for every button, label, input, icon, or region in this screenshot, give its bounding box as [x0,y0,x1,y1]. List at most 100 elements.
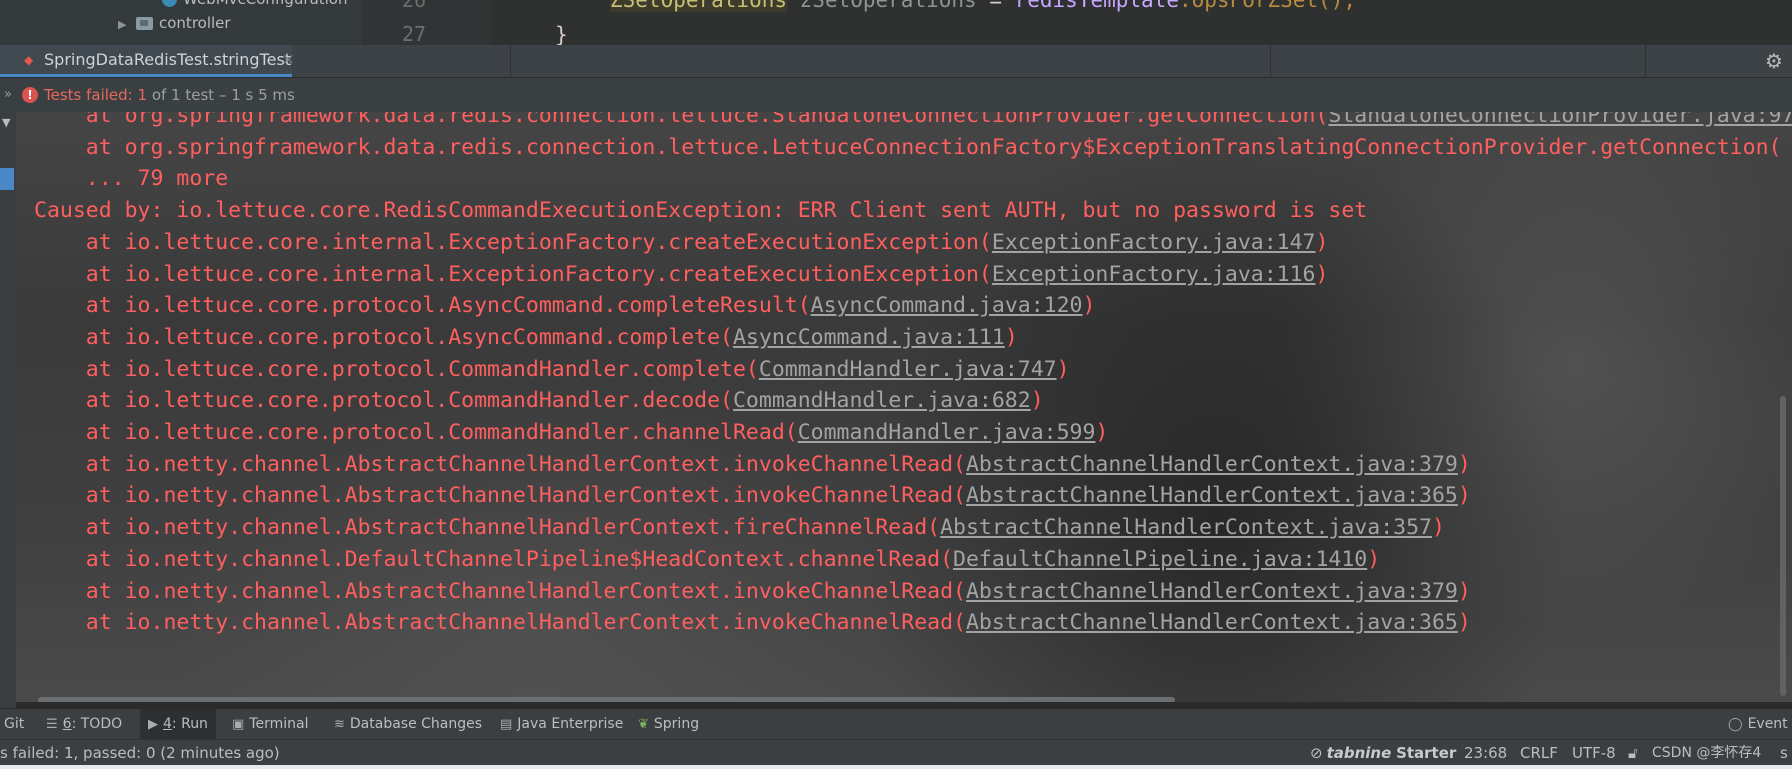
console-line: at io.lettuce.core.protocol.CommandHandl… [34,353,1070,387]
console-line: at io.netty.channel.AbstractChannelHandl… [34,606,1471,640]
console-line-text: at io.lettuce.core.protocol.AsyncCommand… [34,293,811,319]
source-link[interactable]: DefaultChannelPipeline.java:1410 [953,547,1367,572]
console-line: at io.netty.channel.AbstractChannelHandl… [34,511,1445,545]
source-link[interactable]: AbstractChannelHandlerContext.java:379 [966,579,1458,604]
file-encoding[interactable]: UTF-8 [1572,740,1616,766]
console-line-text: at io.netty.channel.AbstractChannelHandl… [34,515,941,541]
console-output[interactable]: at org.springframework.data.redis.connec… [16,112,1792,702]
source-link[interactable]: AbstractChannelHandlerContext.java:379 [966,452,1458,477]
class-icon [162,0,177,7]
console-line-text: at io.lettuce.core.protocol.CommandHandl… [34,356,759,382]
line-separator[interactable]: CRLF [1520,740,1558,766]
source-link[interactable]: CommandHandler.java:747 [759,357,1057,382]
source-link[interactable]: AbstractChannelHandlerContext.java:357 [940,515,1432,540]
tests-failed-count: Tests failed: 1 [44,86,148,104]
console-line: at io.lettuce.core.internal.ExceptionFac… [34,226,1329,260]
test-tree-rail[interactable]: ▼ [0,112,16,708]
project-tree: WebMvcConfiguration ▶ controller [0,0,362,45]
test-result-summary: Tests failed: 1 of 1 test – 1 s 5 ms [44,78,295,112]
console-line-tail: ) [1457,578,1471,604]
line-number: 27 [402,22,427,45]
tree-item-label: controller [159,14,231,32]
divider [510,45,511,77]
tool-tab-database-changes[interactable]: ≋ Database Changes [334,709,482,740]
tabnine-icon: ⊘ [1310,744,1323,762]
console-line-tail: ) [1431,515,1445,541]
lock-icon[interactable]: 🔓︎ [1628,740,1638,766]
status-extra: s [1780,744,1788,762]
console-line-text: at io.lettuce.core.protocol.CommandHandl… [34,420,798,445]
source-link[interactable]: CommandHandler.java:599 [798,420,1096,445]
console-line: at io.netty.channel.AbstractChannelHandl… [34,448,1471,482]
tool-tab-todo[interactable]: ☰ 6: TODO [46,709,122,740]
run-tab-bar: ◆ SpringDataRedisTest.stringTest × ⚙ [0,45,1792,78]
tree-item-controller[interactable]: ▶ controller [118,11,231,35]
expand-arrow-icon[interactable]: ▶ [118,13,130,37]
test-duration: of 1 test – 1 s 5 ms [147,86,295,104]
chevron-right-icon[interactable]: » [4,78,12,112]
editor-strip: WebMvcConfiguration ▶ controller 26 27 ZS… [0,0,1792,45]
console-line-text: at io.netty.channel.AbstractChannelHandl… [34,610,966,636]
console-line: at io.netty.channel.DefaultChannelPipeli… [34,543,1380,577]
console-line-tail: ) [1056,356,1070,382]
console-line-text: at org.springframework.data.redis.connec… [34,134,1782,160]
line-number: 26 [402,0,427,12]
tool-tab-run[interactable]: ▶ 4: Run [140,709,216,740]
line-number-gutter: 26 27 [362,0,492,45]
source-link[interactable]: ExceptionFactory.java:116 [992,262,1316,287]
java-enterprise-icon: ▤ [500,717,513,732]
console-line-text: at io.netty.channel.DefaultChannelPipeli… [34,546,954,572]
code-token-op: = [976,0,1015,12]
source-link[interactable]: AsyncCommand.java:120 [811,293,1083,318]
console-line: at org.springframework.data.redis.connec… [34,131,1782,165]
tool-tab-spring[interactable]: ❦ Spring [638,709,699,740]
source-link[interactable]: AbstractChannelHandlerContext.java:365 [966,610,1458,635]
tool-tab-event-log[interactable]: ◯Event L [1728,709,1792,740]
event-log-icon: ◯ [1728,717,1743,732]
chevron-down-icon[interactable]: ▼ [2,116,10,129]
console-line-tail: ) [1004,324,1018,350]
source-link[interactable]: StandaloneConnectionProvider.java:97 [1328,112,1792,128]
console-line-text: at io.lettuce.core.internal.ExceptionFac… [34,261,992,287]
window-edge [0,765,1792,769]
tool-tab-java-enterprise[interactable]: ▤ Java Enterprise [500,709,623,740]
source-link[interactable]: CommandHandler.java:682 [733,388,1031,413]
console-line-text: ... 79 more [34,166,229,192]
caret-position[interactable]: 23:68 [1464,740,1507,766]
code-line: ZSetOperations zSetOperations = redisTem… [610,0,1356,15]
source-link[interactable]: AbstractChannelHandlerContext.java:365 [966,483,1458,508]
console-line-tail: ) [1457,451,1471,477]
code-editor[interactable]: ZSetOperations zSetOperations = redisTem… [500,0,1792,45]
status-message[interactable]: s failed: 1, passed: 0 (2 minutes ago) [0,740,280,766]
horizontal-scrollbar[interactable] [38,697,1175,702]
console-line-text: Caused by: io.lettuce.core.RedisCommandE… [34,198,1368,224]
tree-item-webmvcconfiguration[interactable]: WebMvcConfiguration [162,0,348,11]
console-line-tail: ) [1030,388,1044,414]
error-icon: ! [22,87,38,103]
vertical-scrollbar[interactable] [1780,396,1786,696]
console-line-tail: ) [1457,610,1471,636]
tool-tab-git[interactable]: Git [4,709,24,740]
close-icon[interactable]: × [282,45,295,74]
tool-tab-terminal[interactable]: ▣ Terminal [232,709,308,740]
console-line-tail: ) [1367,546,1381,572]
console-line-text: at io.lettuce.core.internal.ExceptionFac… [34,229,992,255]
tree-item-label: WebMvcConfiguration [183,0,348,8]
code-line: } [555,23,568,45]
console-line-text: at io.netty.channel.AbstractChannelHandl… [34,451,966,477]
tool-window-bar: Git ☰ 6: TODO ▶ 4: Run ▣ Terminal ≋ Database… [0,708,1792,740]
list-icon: ☰ [46,717,58,732]
console-line: at io.lettuce.core.protocol.AsyncCommand… [34,289,1096,323]
console-line-tail: ) [1315,261,1329,287]
source-link[interactable]: ExceptionFactory.java:147 [992,230,1316,255]
gear-icon[interactable]: ⚙ [1764,51,1784,71]
console-line-tail: ) [1315,229,1329,255]
code-token-call: .opsForZSet(); [1178,0,1356,12]
console-line-text: at org.springframework.data.redis.connec… [34,112,1329,128]
console-line-text: at io.lettuce.core.protocol.AsyncCommand… [34,324,733,350]
run-config-tab[interactable]: ◆ SpringDataRedisTest.stringTest × [0,45,295,77]
tabnine-widget[interactable]: ⊘ tabnine Starter [1310,740,1456,766]
folder-icon [136,17,153,30]
source-link[interactable]: AsyncCommand.java:111 [733,325,1005,350]
console-line: at io.netty.channel.AbstractChannelHandl… [34,479,1471,513]
